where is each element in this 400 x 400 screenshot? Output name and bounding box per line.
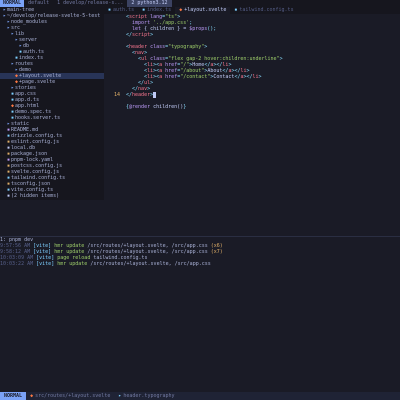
editor-tab-label: auth.ts bbox=[113, 7, 135, 13]
terminal-log-line: 10:03:22 AM [vite] hmr update /src/route… bbox=[0, 261, 400, 267]
editor-tab-label: index.ts bbox=[147, 7, 172, 13]
code-editor[interactable]: <script lang="ts"> import '../app.css'; … bbox=[104, 14, 400, 200]
tmux-status-bar: NORMAL default 1 develop/release-s... 2 py… bbox=[0, 0, 400, 7]
tree-item-label: (2 hidden items) bbox=[11, 193, 60, 199]
typescript-icon: ▪ bbox=[142, 7, 146, 13]
editor-tab[interactable]: ▪ auth.ts bbox=[104, 7, 138, 14]
svelte-icon: ◆ bbox=[30, 393, 34, 399]
file-path: src/routes/+layout.svelte bbox=[35, 393, 111, 399]
log-source: [vite] bbox=[36, 261, 55, 267]
window-list: default 1 develop/release-s... 2 python3.1… bbox=[24, 0, 172, 7]
svelte-icon: ◆ bbox=[179, 7, 183, 13]
code-line[interactable]: {@render children()} bbox=[104, 104, 400, 110]
typescript-icon: ▪ bbox=[234, 7, 238, 13]
log-time: 10:03:22 AM bbox=[0, 261, 34, 267]
log-count: (x7) bbox=[210, 249, 223, 255]
log-path: /src/routes/+layout.svelte, /src/app.css bbox=[90, 261, 211, 267]
symbol-icon: ▸ bbox=[118, 393, 122, 399]
tree-item[interactable]: ▪(2 hidden items) bbox=[0, 193, 104, 199]
mode-indicator: NORMAL bbox=[0, 0, 25, 7]
file-explorer[interactable]: ▸main-tree ▸~/develop/release-svelte-5-te… bbox=[0, 7, 104, 200]
code-token: children() bbox=[150, 104, 184, 110]
terminal-pane[interactable]: 1: pnpm dev 9:57:56 AM [vite] hmr update… bbox=[0, 236, 400, 389]
editor-statusline: NORMAL ◆ src/routes/+layout.svelte ▸ heade… bbox=[0, 392, 400, 400]
typescript-icon: ▪ bbox=[108, 7, 112, 13]
editor-tab[interactable]: ◆ +layout.svelte bbox=[175, 7, 231, 14]
code-token: @render bbox=[129, 104, 151, 110]
editor-tab-label: tailwind.config.ts bbox=[239, 7, 294, 13]
editor-tab-bar: ▪ auth.ts ▪ index.ts ◆ +layout.svelte ▪ tailwin… bbox=[104, 7, 400, 14]
tmux-window-tab[interactable]: default bbox=[24, 0, 53, 7]
editor-tab-label: +layout.svelte bbox=[184, 7, 227, 13]
editor-tab[interactable]: ▪ index.ts bbox=[138, 7, 175, 14]
tmux-window-tab[interactable]: 2 python3.12 bbox=[127, 0, 172, 7]
code-token: } bbox=[183, 104, 187, 110]
log-action: hmr update bbox=[57, 261, 88, 267]
terminal-output: 9:57:56 AM [vite] hmr update /src/routes… bbox=[0, 243, 400, 267]
mode-badge: NORMAL bbox=[0, 392, 27, 400]
tmux-window-tab[interactable]: 1 develop/release-s... bbox=[53, 0, 127, 7]
file-path-segment: ◆ src/routes/+layout.svelte bbox=[26, 392, 114, 400]
editor-tab[interactable]: ▪ tailwind.config.ts bbox=[230, 7, 297, 14]
breadcrumb-symbol: ▸ header.typography bbox=[114, 392, 178, 400]
symbol-name: header.typography bbox=[123, 393, 175, 399]
